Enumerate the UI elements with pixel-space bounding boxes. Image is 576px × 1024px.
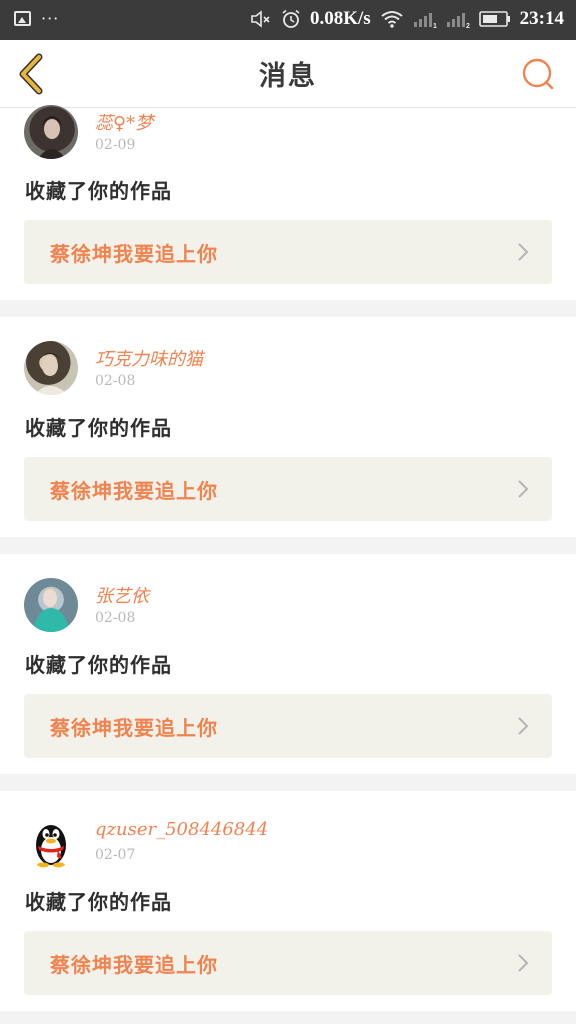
message-action: 收藏了你的作品: [25, 416, 172, 440]
navigation-bar: 消息: [0, 40, 576, 108]
message-action: 收藏了你的作品: [25, 653, 172, 677]
message-action: 收藏了你的作品: [25, 179, 172, 203]
list-item[interactable]: qzuser_508446844 02-07 收藏了你的作品 蔡徐坤我要追上你: [0, 791, 576, 1011]
work-link[interactable]: 蔡徐坤我要追上你: [24, 694, 552, 758]
wifi-icon: [381, 11, 403, 28]
status-bar: ··· 0.08K/s 1 2 23:14: [0, 0, 576, 40]
chevron-right-icon: [518, 480, 529, 498]
avatar[interactable]: [24, 105, 78, 159]
mute-icon: [251, 10, 270, 28]
page-title: 消息: [259, 61, 317, 92]
work-link[interactable]: 蔡徐坤我要追上你: [24, 931, 552, 995]
user-photo: [32, 588, 70, 632]
list-item[interactable]: 蕊♀*梦 02-09 收藏了你的作品 蔡徐坤我要追上你: [0, 105, 576, 300]
status-right: 0.08K/s 1 2 23:14: [250, 8, 564, 30]
sim1-label: 1: [433, 23, 437, 29]
qq-penguin-icon: [36, 825, 66, 868]
work-title: 蔡徐坤我要追上你: [50, 242, 218, 266]
user-photo: [38, 116, 66, 159]
image-icon: [14, 11, 31, 26]
clock: 23:14: [519, 8, 564, 29]
username[interactable]: 巧克力味的猫: [95, 345, 203, 371]
username[interactable]: 张艺依: [95, 582, 149, 608]
work-link[interactable]: 蔡徐坤我要追上你: [24, 457, 552, 521]
battery-icon: [478, 11, 510, 27]
avatar[interactable]: [24, 341, 78, 395]
status-left: ···: [14, 9, 59, 28]
chevron-right-icon: [518, 243, 529, 261]
signal-icon: 2: [446, 13, 470, 29]
work-title: 蔡徐坤我要追上你: [50, 479, 218, 503]
username[interactable]: 蕊♀*梦: [95, 109, 153, 135]
alarm-icon: [282, 9, 300, 28]
message-action: 收藏了你的作品: [25, 890, 172, 914]
list-item[interactable]: 巧克力味的猫 02-08 收藏了你的作品 蔡徐坤我要追上你: [0, 317, 576, 537]
message-date: 02-07: [95, 847, 136, 863]
work-title: 蔡徐坤我要追上你: [50, 716, 218, 740]
message-date: 02-09: [95, 137, 136, 153]
sim2-label: 2: [466, 23, 470, 29]
network-speed: 0.08K/s: [309, 8, 371, 29]
message-date: 02-08: [95, 373, 136, 389]
avatar[interactable]: [24, 578, 78, 632]
chevron-right-icon: [518, 717, 529, 735]
message-date: 02-08: [95, 610, 136, 626]
username[interactable]: qzuser_508446844: [95, 819, 268, 840]
user-photo: [34, 353, 68, 395]
list-item[interactable]: 张艺依 02-08 收藏了你的作品 蔡徐坤我要追上你: [0, 554, 576, 774]
more-notifications-icon: ···: [41, 9, 60, 28]
work-title: 蔡徐坤我要追上你: [50, 953, 218, 977]
search-icon[interactable]: [520, 56, 556, 92]
avatar[interactable]: [24, 815, 78, 869]
signal-icon: 1: [413, 13, 437, 29]
chevron-right-icon: [518, 954, 529, 972]
work-link[interactable]: 蔡徐坤我要追上你: [24, 220, 552, 284]
